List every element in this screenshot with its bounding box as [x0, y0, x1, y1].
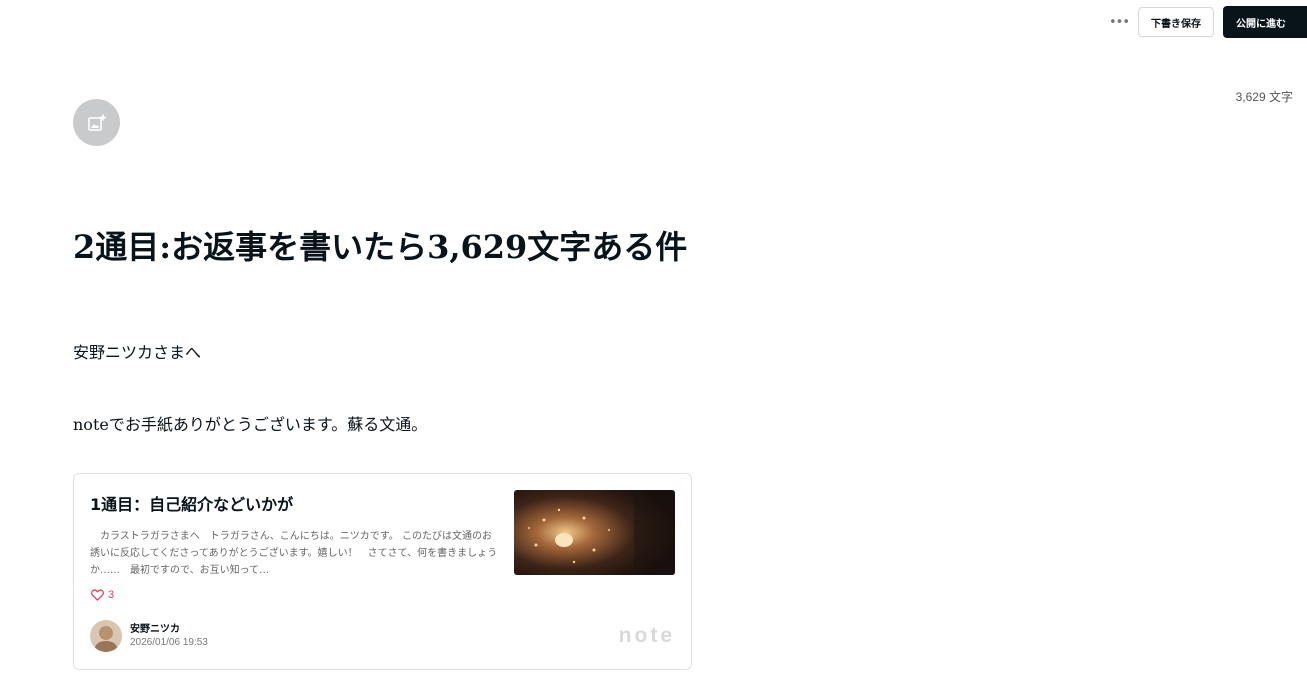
like-count-value: 3 — [108, 589, 115, 601]
embed-excerpt: カラストラガラさまへ トラガラさん、こんにちは。ニツカです。 このたびは文通のお… — [90, 531, 498, 576]
more-options-button[interactable]: ••• — [1108, 11, 1130, 33]
image-add-icon — [87, 114, 106, 131]
like-count: 3 — [91, 589, 114, 601]
add-image-button[interactable] — [73, 99, 120, 146]
note-logo: note — [618, 624, 675, 647]
heart-icon — [91, 589, 104, 601]
publish-button[interactable]: 公開に進む — [1223, 6, 1307, 38]
more-icon: ••• — [1108, 14, 1130, 30]
author-name: 安野ニツカ — [130, 624, 180, 635]
body-paragraph[interactable]: 安野ニツカさまへ — [73, 339, 201, 363]
embed-author: 安野ニツカ 2026/01/06 19:53 — [90, 620, 208, 652]
embedded-note-card[interactable]: 1通目：自己紹介などいかが カラストラガラさまへ トラガラさん、こんにちは。ニツ… — [73, 473, 692, 670]
embed-title: 1通目：自己紹介などいかが — [90, 495, 294, 514]
save-draft-button[interactable]: 下書き保存 — [1138, 7, 1214, 37]
body-paragraph[interactable]: noteでお手紙ありがとうございます。蘇る文通。 — [73, 411, 427, 435]
avatar — [90, 620, 122, 652]
post-date: 2026/01/06 19:53 — [130, 637, 208, 648]
editor-toolbar: ••• 下書き保存 公開に進む — [1108, 6, 1307, 38]
article-title[interactable]: 2通目:お返事を書いたら3,629文字ある件 — [73, 222, 687, 268]
embed-thumbnail — [514, 490, 675, 575]
character-count: 3,629 文字 — [1235, 90, 1293, 104]
